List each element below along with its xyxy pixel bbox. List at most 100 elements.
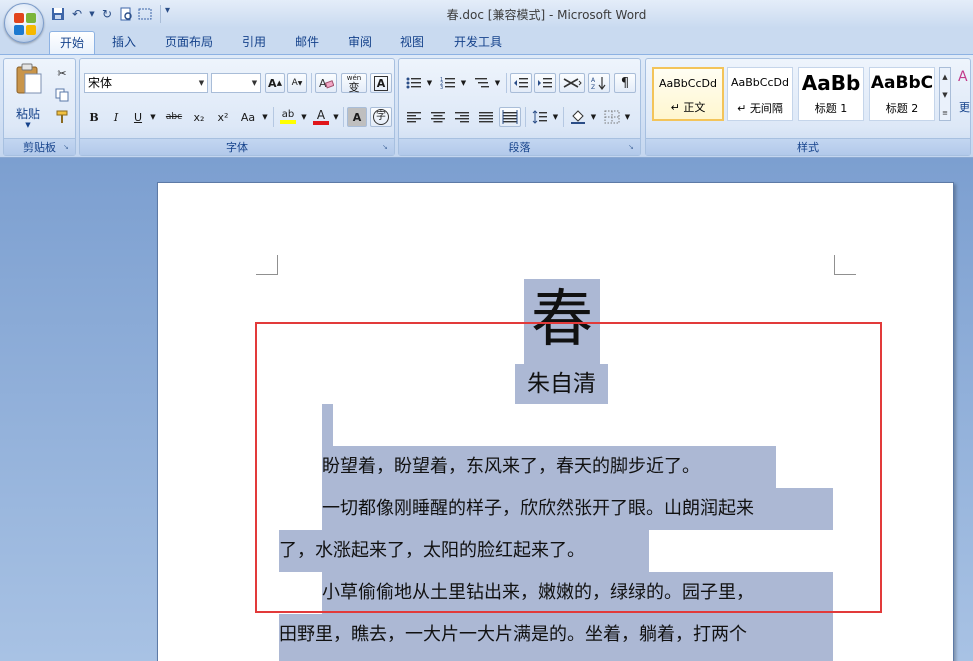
tab-view[interactable]: 视图 (390, 31, 434, 54)
font-name-dropdown-arrow: ▼ (198, 79, 205, 87)
multilevel-dropdown-arrow[interactable]: ▼ (493, 73, 502, 93)
decrease-indent-button[interactable] (510, 73, 532, 93)
tab-home[interactable]: 开始 (49, 31, 96, 54)
style-normal-name: ↵ 正文 (670, 101, 706, 114)
bullets-dropdown-arrow[interactable]: ▼ (425, 73, 434, 93)
phonetic-guide-button[interactable]: wén 变 (341, 73, 367, 93)
style-normal-sample: AaBbCcDd (659, 77, 717, 90)
font-color-button[interactable]: A (311, 107, 331, 127)
styles-gallery-scroll[interactable]: ▲ ▼ ≡ (939, 67, 951, 121)
italic-button[interactable]: I (106, 107, 126, 127)
show-formatting-marks-button[interactable]: ¶ (614, 73, 636, 93)
style-heading-1-sample: AaBb (801, 71, 861, 95)
line-spacing-dropdown-arrow[interactable]: ▼ (551, 107, 560, 127)
character-shading-button[interactable]: A (347, 107, 367, 127)
line-spacing-icon (532, 110, 547, 124)
clear-formatting-icon: A (319, 77, 334, 90)
borders-dropdown-arrow[interactable]: ▼ (623, 107, 632, 127)
chinese-layout-icon (563, 78, 582, 88)
highlight-dropdown-arrow[interactable]: ▼ (299, 107, 309, 127)
shading-dropdown-arrow[interactable]: ▼ (589, 107, 598, 127)
character-border-button[interactable]: A (370, 73, 392, 93)
clear-formatting-button[interactable]: A (315, 73, 337, 93)
strikethrough-button[interactable]: abc (162, 107, 186, 127)
font-group: 宋体 ▼ ▼ A ▲ A ▼ A wén 变 A B I U ▼ abc x₂ x² … (79, 58, 395, 156)
tab-insert[interactable]: 插入 (102, 31, 146, 54)
change-case-dropdown-arrow[interactable]: ▼ (260, 107, 270, 127)
window-title: 春.doc [兼容模式] - Microsoft Word (446, 8, 647, 22)
style-heading-2[interactable]: AaBbC 标题 2 (869, 67, 935, 121)
tab-page-layout[interactable]: 页面布局 (155, 31, 223, 54)
change-styles-icon[interactable]: A (958, 69, 970, 91)
justify-button[interactable] (475, 107, 497, 127)
bold-button[interactable]: B (84, 107, 104, 127)
font-name-value: 宋体 (88, 76, 113, 90)
paragraph-line[interactable]: 田野里，瞧去，一大片一大片满是的。坐着，躺着，打两个 (279, 614, 833, 656)
font-dialog-launcher-icon[interactable]: ↘ (382, 143, 391, 152)
numbering-button[interactable]: 123 (437, 73, 459, 93)
shading-bucket-icon (571, 110, 585, 124)
align-right-icon (455, 112, 469, 123)
tab-references[interactable]: 引用 (232, 31, 276, 54)
line-spacing-button[interactable] (529, 107, 551, 127)
numbering-dropdown-arrow[interactable]: ▼ (459, 73, 468, 93)
sort-button[interactable]: AZ (588, 73, 610, 93)
cut-icon[interactable]: ✂ (52, 63, 72, 83)
underline-dropdown-arrow[interactable]: ▼ (148, 107, 158, 127)
clipboard-dialog-launcher-icon[interactable]: ↘ (63, 143, 72, 152)
align-center-icon (431, 112, 445, 123)
subscript-button[interactable]: x₂ (188, 107, 210, 127)
font-color-dropdown-arrow[interactable]: ▼ (331, 107, 341, 127)
borders-button[interactable] (601, 107, 623, 127)
office-button[interactable] (4, 3, 44, 43)
increase-indent-button[interactable] (534, 73, 556, 93)
shading-button[interactable] (567, 107, 589, 127)
multilevel-list-icon (475, 78, 489, 88)
numbering-icon: 123 (440, 77, 455, 90)
borders-icon (604, 110, 620, 124)
tab-mailings[interactable]: 邮件 (285, 31, 329, 54)
shrink-font-button[interactable]: A ▼ (287, 73, 307, 93)
tab-review[interactable]: 审阅 (338, 31, 382, 54)
svg-text:Z: Z (591, 84, 595, 90)
crop-mark-top-left (256, 255, 278, 275)
sort-icon: AZ (591, 77, 606, 90)
styles-group: AaBbCcDd ↵ 正文 AaBbCcDd ↵ 无间隔 AaBb 标题 1 A… (645, 58, 971, 156)
underline-button[interactable]: U (128, 107, 148, 127)
font-name-combobox[interactable]: 宋体 ▼ (84, 73, 208, 93)
align-left-icon (407, 112, 421, 123)
align-left-button[interactable] (403, 107, 425, 127)
style-normal[interactable]: AaBbCcDd ↵ 正文 (652, 67, 724, 121)
change-styles-label[interactable]: 更 (959, 99, 970, 115)
font-size-combobox[interactable]: ▼ (211, 73, 261, 93)
ribbon: 粘贴 ▼ ✂ 剪贴板 ↘ 宋体 ▼ ▼ A ▲ A ▼ A wén 变 A B I (0, 54, 973, 158)
tab-developer[interactable]: 开发工具 (444, 31, 512, 54)
bullets-button[interactable] (403, 73, 425, 93)
distributed-button[interactable] (499, 107, 521, 127)
multilevel-list-button[interactable] (471, 73, 493, 93)
change-case-button[interactable]: Aa (236, 107, 260, 127)
copy-icon[interactable] (52, 85, 72, 105)
align-center-button[interactable] (427, 107, 449, 127)
enclose-characters-button[interactable]: 字 (370, 107, 392, 127)
increase-indent-icon (538, 78, 552, 88)
style-no-spacing[interactable]: AaBbCcDd ↵ 无间隔 (727, 67, 793, 121)
paragraph-dialog-launcher-icon[interactable]: ↘ (628, 143, 637, 152)
grow-font-button[interactable]: A ▲ (265, 73, 285, 93)
align-right-button[interactable] (451, 107, 473, 127)
paste-button[interactable]: 粘贴 ▼ (10, 63, 46, 129)
format-painter-icon[interactable] (52, 107, 72, 127)
svg-text:A: A (591, 77, 596, 84)
distributed-icon (502, 110, 518, 124)
justify-icon (479, 112, 493, 123)
superscript-button[interactable]: x² (212, 107, 234, 127)
chinese-layout-button[interactable] (559, 73, 585, 93)
style-heading-1[interactable]: AaBb 标题 1 (798, 67, 864, 121)
ribbon-tabs: 开始 插入 页面布局 引用 邮件 审阅 视图 开发工具 (0, 28, 973, 54)
bullets-icon (406, 77, 421, 89)
crop-mark-top-right (834, 255, 856, 275)
style-heading-2-sample: AaBbC (870, 73, 934, 93)
text-highlight-button[interactable]: ab (277, 107, 299, 127)
annotation-highlight-box (255, 322, 882, 613)
font-group-label: 字体 (80, 138, 394, 155)
